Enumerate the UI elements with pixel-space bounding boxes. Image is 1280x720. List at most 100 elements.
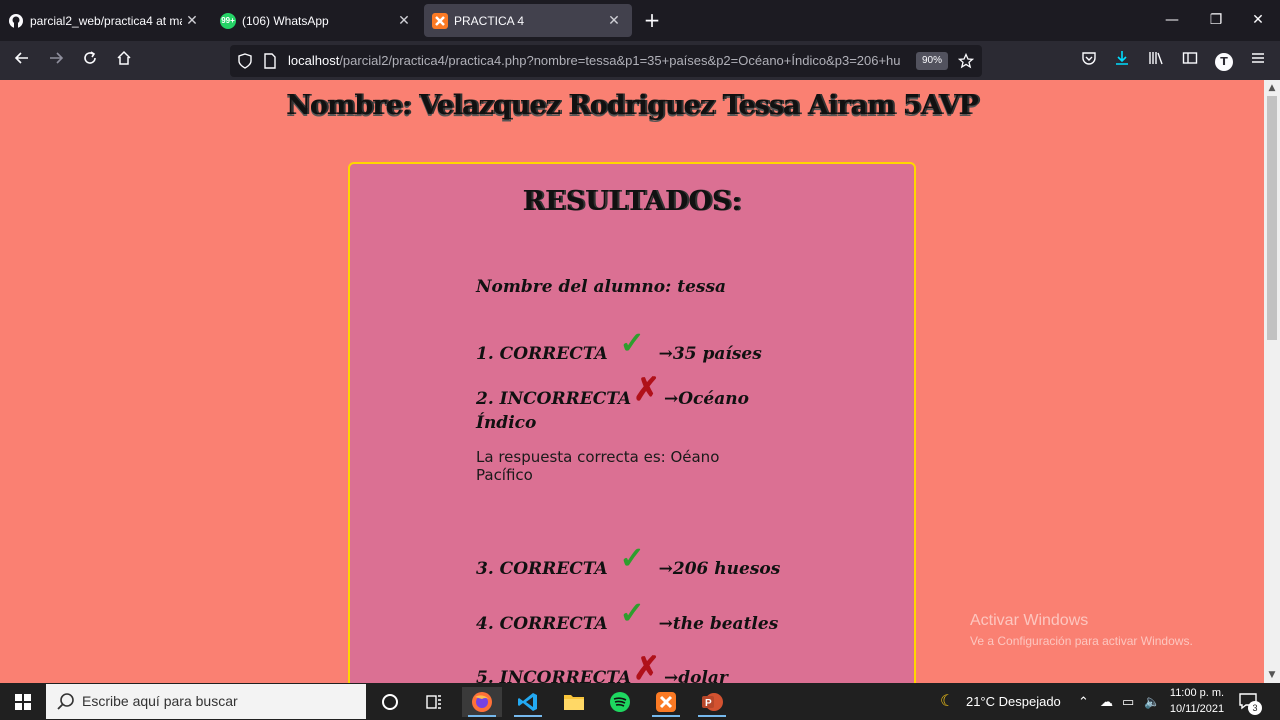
folder-icon (564, 695, 584, 710)
system-clock[interactable]: 11:00 p. m. 10/11/2021 (1166, 685, 1228, 717)
tab-title: parcial2_web/practica4 at main (30, 13, 182, 28)
library-icon (1149, 52, 1163, 65)
notification-center-button[interactable]: 3 (1238, 691, 1262, 715)
answer-value: →dolar (663, 668, 728, 683)
url-path: /parcial2/practica4/practica4.php?nombre… (339, 53, 901, 68)
watermark-title: Activar Windows (970, 612, 1089, 629)
url-text[interactable]: localhost/parcial2/practica4/practica4.p… (288, 45, 912, 77)
vertical-scrollbar[interactable]: ▲ ▼ (1264, 80, 1280, 683)
arrow-right-icon (50, 52, 64, 64)
taskbar-search[interactable]: Escribe aquí para buscar (46, 684, 366, 719)
shield-icon[interactable] (237, 53, 253, 69)
github-icon (8, 12, 24, 29)
sidebar-button[interactable] (1176, 47, 1204, 75)
url-host: localhost (288, 53, 340, 68)
firefox-icon (472, 692, 492, 712)
taskbar-spotify[interactable] (600, 687, 640, 717)
answer-status: 5. INCORRECTA (476, 668, 632, 683)
page-title: Nombre: Velazquez Rodriguez Tessa Airam … (286, 90, 979, 121)
svg-text:P: P (705, 698, 712, 709)
answer-value: →206 huesos (658, 559, 781, 579)
taskbar-powerpoint[interactable]: P (692, 687, 732, 717)
tab-title: PRACTICA 4 (454, 13, 525, 28)
check-icon: ✓ (619, 541, 645, 576)
avatar: T (1215, 52, 1233, 71)
unread-badge: 99+ (221, 16, 235, 25)
hamburger-icon (1252, 53, 1264, 63)
library-button[interactable] (1142, 47, 1170, 75)
check-icon: ✓ (619, 326, 645, 361)
answer-status: 4. CORRECTA (476, 614, 608, 634)
close-icon[interactable]: ✕ (394, 12, 414, 29)
tab-whatsapp[interactable]: 99+ (106) WhatsApp ✕ (212, 4, 422, 37)
scroll-down-icon[interactable]: ▼ (1264, 667, 1280, 683)
activation-watermark: Activar Windows Ve a Configuración para … (970, 612, 1193, 648)
zoom-badge[interactable]: 90% (916, 52, 948, 70)
check-icon: ✓ (619, 596, 645, 631)
answer-value: →the beatles (658, 614, 779, 634)
page-icon[interactable] (263, 53, 277, 69)
taskbar: Escribe aquí para buscar P ☾ 21°C Despej… (0, 683, 1280, 720)
answer-row: 3. CORRECTA ✓ →206 huesos (476, 541, 781, 582)
tray-chevron-icon[interactable]: ⌃ (1078, 683, 1089, 720)
sidebar-icon (1182, 52, 1198, 64)
url-bar[interactable]: localhost/parcial2/practica4/practica4.p… (230, 45, 982, 77)
home-button[interactable] (110, 47, 138, 75)
scroll-thumb[interactable] (1267, 96, 1277, 340)
volume-icon[interactable]: 🔈 (1144, 683, 1160, 720)
account-button[interactable]: T (1210, 47, 1238, 75)
vscode-icon (518, 693, 537, 711)
student-name: Nombre del alumno: tessa (476, 277, 727, 297)
taskbar-firefox[interactable] (462, 687, 502, 717)
spotify-icon (610, 692, 630, 712)
restore-button[interactable]: ❐ (1194, 0, 1238, 41)
taskbar-vscode[interactable] (508, 687, 548, 717)
pocket-icon (1082, 52, 1096, 65)
cortana-button[interactable] (370, 687, 410, 717)
close-icon[interactable]: ✕ (182, 12, 202, 29)
results-card: RESULTADOS: Nombre del alumno: tessa 1. … (348, 162, 916, 683)
nav-bar: localhost/parcial2/practica4/practica4.p… (0, 41, 1280, 80)
windows-icon (15, 694, 31, 710)
cloud-icon[interactable]: ☁ (1100, 683, 1113, 720)
weather-widget[interactable]: ☾ 21°C Despejado (940, 683, 1061, 720)
tab-title: (106) WhatsApp (242, 13, 329, 28)
moon-icon: ☾ (940, 693, 955, 710)
scroll-up-icon[interactable]: ▲ (1264, 80, 1280, 96)
tab-github[interactable]: parcial2_web/practica4 at main ✕ (0, 4, 210, 37)
home-icon (117, 50, 131, 65)
answer-row: 4. CORRECTA ✓ →the beatles (476, 596, 779, 637)
task-view-button[interactable] (414, 687, 454, 717)
menu-button[interactable] (1244, 47, 1272, 75)
powerpoint-icon: P (702, 693, 723, 711)
task-view-icon (426, 695, 441, 709)
taskbar-file-explorer[interactable] (554, 687, 594, 717)
start-button[interactable] (0, 683, 46, 720)
reload-button[interactable] (76, 47, 104, 75)
close-window-button[interactable]: ✕ (1236, 0, 1280, 41)
download-icon (1116, 51, 1128, 65)
answer-status: 1. CORRECTA (476, 344, 608, 364)
search-placeholder: Escribe aquí para buscar (82, 693, 238, 709)
new-tab-button[interactable]: + (640, 8, 664, 32)
back-button[interactable] (8, 47, 36, 75)
forward-button[interactable] (42, 47, 70, 75)
answer-status: 3. CORRECTA (476, 559, 608, 579)
answer-row: 1. CORRECTA ✓ →35 países (476, 326, 762, 367)
close-icon[interactable]: ✕ (604, 12, 624, 29)
star-icon[interactable] (958, 53, 974, 69)
notification-count: 3 (1248, 701, 1262, 715)
pocket-button[interactable] (1075, 47, 1103, 75)
downloads-button[interactable] (1108, 47, 1136, 75)
answer-value: →35 países (658, 344, 762, 364)
cortana-icon (382, 694, 398, 710)
clock-date: 10/11/2021 (1169, 703, 1225, 715)
results-heading: RESULTADOS: (522, 186, 742, 217)
arrow-left-icon (14, 52, 28, 64)
tab-practica4[interactable]: PRACTICA 4 ✕ (424, 4, 632, 37)
clock-time: 11:00 p. m. (1169, 687, 1225, 699)
minimize-button[interactable]: — (1150, 0, 1194, 41)
battery-icon[interactable]: ▭ (1122, 683, 1134, 720)
taskbar-xampp[interactable] (646, 687, 686, 717)
watermark-subtitle: Ve a Configuración para activar Windows. (970, 634, 1193, 648)
